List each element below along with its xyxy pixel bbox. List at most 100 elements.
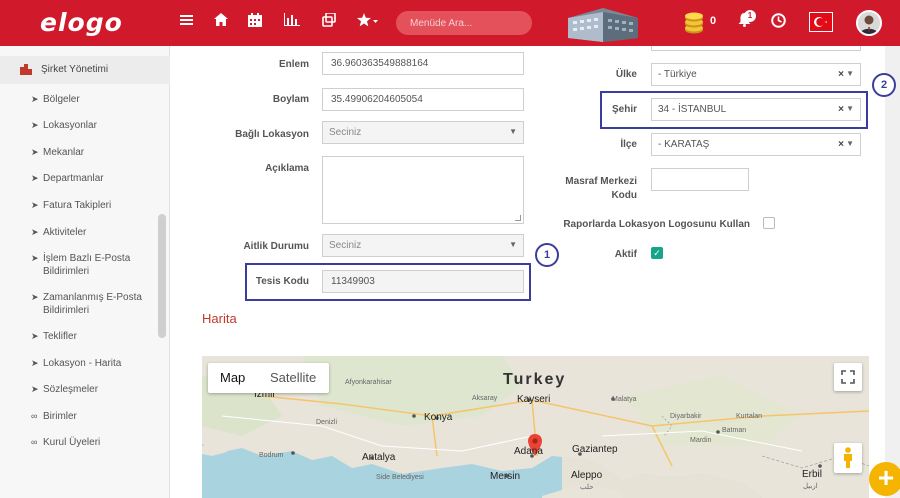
sidebar-section-title[interactable]: Şirket Yönetimi — [0, 56, 170, 84]
sidebar-item-label: Birimler — [43, 411, 77, 422]
bagli-lokasyon-select[interactable]: Seciniz ▼ — [322, 121, 524, 144]
sidebar-item-label: Departmanlar — [43, 173, 104, 184]
sidebar-item-birimler[interactable]: ∞ Birimler — [31, 410, 153, 423]
aitlik-durumu-label: Aitlik Durumu — [243, 241, 309, 252]
map-type-map-button[interactable]: Map — [220, 370, 245, 385]
street-view-pegman[interactable] — [834, 443, 862, 473]
ilce-value: - KARATAŞ — [658, 139, 710, 150]
turkish-flag-icon[interactable] — [809, 12, 833, 32]
menu-search-input[interactable] — [396, 11, 532, 35]
aktif-checkbox[interactable]: ✓ — [651, 247, 663, 259]
clock-icon[interactable] — [771, 13, 786, 33]
map-type-satellite-button[interactable]: Satellite — [270, 370, 316, 385]
coins-icon[interactable] — [684, 12, 704, 34]
caret-down-icon: ▼ — [509, 240, 517, 249]
star-dropdown-icon[interactable] — [357, 13, 379, 32]
sidebar-item-label: Fatura Takipleri — [43, 200, 112, 211]
tesis-kodu-label: Tesis Kodu — [255, 276, 309, 287]
sidebar-item-fatura-takipleri[interactable]: ➤ Fatura Takipleri — [31, 199, 153, 212]
sehir-label: Şehir — [611, 104, 637, 115]
sidebar-item-sozlesmeler[interactable]: ➤ Sözleşmeler — [31, 383, 153, 396]
link-icon: ∞ — [31, 411, 38, 421]
boylam-label: Boylam — [272, 94, 309, 105]
home-icon[interactable] — [214, 13, 228, 31]
sidebar-item-kurul-uyeleri[interactable]: ∞ Kurul Üyeleri — [31, 436, 153, 449]
sidebar-item-zamanlanmis-eposta[interactable]: ➤ Zamanlanmış E-Posta Bildirimleri — [31, 291, 153, 317]
aciklama-textarea[interactable] — [322, 156, 524, 224]
sidebar-scrollbar[interactable] — [158, 214, 166, 338]
map-label-erbil: Erbil — [802, 469, 823, 480]
aktif-label: Aktif — [614, 249, 637, 260]
masraf-label-line-1: Masraf Merkezi — [565, 176, 637, 187]
ulke-select[interactable]: - Türkiye × ▼ — [651, 63, 861, 86]
boylam-input[interactable] — [322, 88, 524, 111]
aitlik-durumu-select[interactable]: Seciniz ▼ — [322, 234, 524, 257]
ilce-select[interactable]: - KARATAŞ × ▼ — [651, 133, 861, 156]
sidebar-item-label: Bölgeler — [43, 94, 80, 105]
map-label-afyon: Afyonkarahisar — [345, 379, 392, 386]
map-label-kurtalan: Kurtalan — [736, 413, 763, 420]
map-label-adana: Adana — [514, 446, 543, 457]
map-label-denizli: Denizli — [316, 419, 338, 426]
resize-handle-icon[interactable] — [515, 215, 521, 221]
arrow-icon: ➤ — [31, 331, 39, 341]
map-label-aleppo: Aleppo — [571, 470, 603, 481]
sidebar-title-label: Şirket Yönetimi — [41, 64, 109, 75]
map-label-bodrum: Bodrum — [259, 452, 284, 459]
pegman-icon — [844, 447, 852, 468]
sidebar-item-bolgeler[interactable]: ➤ Bölgeler — [31, 93, 153, 106]
coin-count: 0 — [710, 15, 717, 27]
caret-down-icon: ▼ — [846, 69, 854, 78]
link-icon: ∞ — [31, 437, 38, 447]
sidebar-item-departmanlar[interactable]: ➤ Departmanlar — [31, 172, 153, 185]
arrow-icon: ➤ — [31, 94, 39, 104]
caret-down-icon: ▼ — [846, 139, 854, 148]
map-type-control: Map Satellite — [208, 363, 329, 393]
sehir-select[interactable]: 34 - İSTANBUL × ▼ — [651, 98, 861, 121]
sidebar-item-label: Kurul Üyeleri — [43, 437, 101, 448]
arrow-icon: ➤ — [31, 253, 39, 263]
arrow-icon: ➤ — [31, 227, 39, 237]
raporlarda-logo-checkbox[interactable] — [763, 217, 775, 229]
sidebar-item-teklifler[interactable]: ➤ Teklifler — [31, 330, 153, 343]
aciklama-label: Açıklama — [265, 163, 309, 174]
sidebar-item-label: Sözleşmeler — [43, 384, 99, 395]
sidebar-item-label: Aktiviteler — [43, 227, 87, 238]
brand-logo[interactable]: elogo — [40, 8, 123, 37]
enlem-input[interactable] — [322, 52, 524, 75]
sidebar-item-label: Teklifler — [43, 331, 77, 342]
fullscreen-button[interactable] — [834, 363, 862, 391]
clear-icon[interactable]: × — [838, 139, 844, 150]
bar-chart-icon[interactable] — [284, 13, 300, 31]
ulke-value: - Türkiye — [658, 69, 697, 80]
masraf-merkezi-label: Masraf Merkezi Kodu — [545, 175, 637, 203]
menu-icon[interactable] — [180, 13, 193, 31]
ulke-label: Ülke — [615, 69, 637, 80]
map-label-malatya: Malatya — [612, 396, 637, 403]
company-building-icon[interactable] — [563, 4, 643, 42]
sidebar-item-lokasyon-harita[interactable]: ➤ Lokasyon - Harita — [31, 357, 153, 370]
calendar-icon[interactable] — [248, 13, 262, 32]
sidebar-item-mekanlar[interactable]: ➤ Mekanlar — [31, 146, 153, 159]
ilce-label: İlçe — [620, 139, 637, 150]
page-scrollbar[interactable] — [885, 46, 900, 498]
enlem-label: Enlem — [278, 59, 309, 70]
tesis-kodu-input[interactable] — [322, 270, 524, 293]
copy-icon[interactable] — [322, 12, 336, 32]
clear-icon[interactable]: × — [838, 104, 844, 115]
map-label-turkey: Turkey — [503, 371, 567, 388]
fullscreen-icon — [841, 370, 855, 384]
map-label-kayseri: Kayseri — [517, 394, 551, 405]
sidebar-item-lokasyonlar[interactable]: ➤ Lokasyonlar — [31, 119, 153, 132]
add-floating-button[interactable]: + — [869, 462, 900, 496]
sidebar-item-islem-bazli-eposta[interactable]: ➤ İşlem Bazlı E-Posta Bildirimleri — [31, 252, 153, 278]
map-label-mardin: Mardin — [690, 437, 712, 444]
sidebar-item-label: Zamanlanmış E-Posta Bildirimleri — [43, 292, 142, 316]
arrow-icon: ➤ — [31, 200, 39, 210]
user-avatar[interactable] — [856, 10, 882, 36]
harita-section-title: Harita — [202, 311, 237, 326]
masraf-merkezi-input[interactable] — [651, 168, 749, 191]
sidebar-item-label: Lokasyon - Harita — [43, 358, 122, 369]
clear-icon[interactable]: × — [838, 69, 844, 80]
sidebar-item-aktiviteler[interactable]: ➤ Aktiviteler — [31, 226, 153, 239]
